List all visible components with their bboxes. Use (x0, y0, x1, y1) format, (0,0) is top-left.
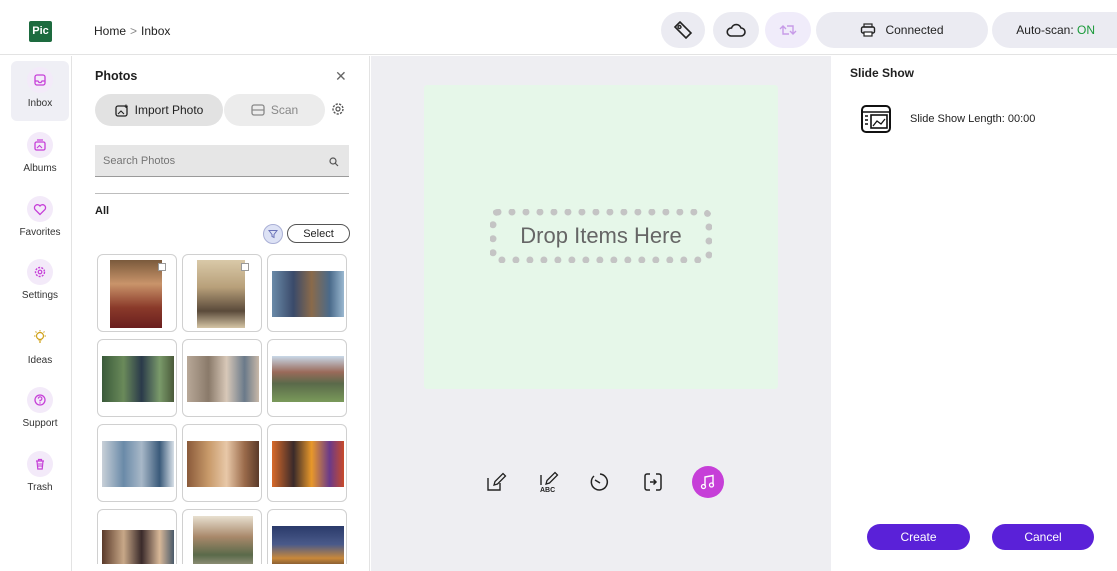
photo-thumbnail[interactable] (267, 424, 347, 502)
photo-thumbnail[interactable] (267, 254, 347, 332)
breadcrumb-separator: > (130, 24, 138, 38)
photo-thumbnail[interactable] (267, 339, 347, 417)
breadcrumb-home[interactable]: Home (94, 24, 126, 38)
image-add-icon (114, 104, 128, 117)
autoscan-toggle[interactable]: Auto-scan: ON (992, 12, 1117, 48)
transition-icon (644, 473, 662, 491)
edit-icon (487, 472, 507, 491)
printer-status-button[interactable]: Connected (816, 12, 988, 48)
photo-settings-icon[interactable] (331, 102, 345, 119)
sidebar-item-support[interactable]: Support (11, 381, 69, 441)
photo-grid (97, 254, 349, 564)
top-bar: Pic Home > Inbox Connected Auto-scan: ON (0, 7, 1117, 55)
sidebar-item-albums[interactable]: Albums (11, 126, 69, 186)
albums-icon (27, 132, 53, 158)
photo-thumbnail[interactable] (267, 509, 347, 564)
printer-icon (861, 23, 876, 37)
sync-button[interactable] (765, 12, 811, 48)
cancel-button[interactable]: Cancel (992, 524, 1094, 550)
svg-text:ABC: ABC (540, 487, 555, 494)
photo-thumbnail[interactable] (97, 254, 177, 332)
text-edit-icon: ABC (540, 471, 559, 494)
photo-thumbnail[interactable] (182, 424, 262, 502)
trash-icon (27, 451, 53, 477)
create-button[interactable]: Create (867, 524, 970, 550)
photo-thumbnail[interactable] (97, 509, 177, 564)
autoscan-value: ON (1077, 23, 1095, 37)
photos-panel: Photos ✕ Import Photo Scan All Select (73, 56, 370, 571)
search-input[interactable] (95, 145, 349, 177)
sidebar-item-favorites[interactable]: Favorites (11, 190, 69, 250)
sync-icon (779, 25, 797, 35)
drop-zone-label: Drop Items Here (490, 209, 712, 263)
section-label-all: All (95, 205, 110, 217)
slideshow-title: Slide Show (850, 66, 915, 80)
autoscan-label: Auto-scan: ON (1016, 23, 1095, 37)
search-icon[interactable] (329, 156, 339, 170)
sidebar-item-label: Settings (21, 290, 59, 301)
divider (95, 193, 349, 194)
music-note-icon (700, 474, 715, 490)
music-tool-button[interactable] (692, 466, 724, 498)
select-button[interactable]: Select (287, 224, 350, 243)
printer-status-label: Connected (885, 23, 944, 37)
scan-button[interactable]: Scan (224, 94, 325, 126)
sidebar-item-trash[interactable]: Trash (11, 445, 69, 505)
sidebar-item-label: Albums (23, 163, 57, 174)
sidebar-item-inbox[interactable]: Inbox (11, 61, 69, 121)
photos-title: Photos (95, 69, 138, 83)
heart-icon (27, 196, 53, 222)
app-logo: Pic (29, 21, 52, 42)
tag-icon (673, 21, 693, 39)
timer-tool-button[interactable] (584, 466, 616, 498)
timer-icon (590, 473, 609, 491)
gear-icon (27, 259, 53, 285)
lightbulb-icon (27, 324, 53, 350)
breadcrumb-current: Inbox (141, 24, 171, 38)
close-icon[interactable]: ✕ (335, 68, 347, 85)
photo-thumbnail[interactable] (97, 424, 177, 502)
scanner-icon (251, 104, 265, 116)
transition-tool-button[interactable] (637, 466, 669, 498)
sidebar: Inbox Albums Favorites Settings Ideas Su… (0, 56, 72, 571)
filter-icon[interactable] (263, 224, 283, 244)
photo-thumbnail[interactable] (182, 339, 262, 417)
drop-zone[interactable]: Drop Items Here (424, 85, 778, 389)
cloud-button[interactable] (713, 12, 759, 48)
sidebar-item-label: Favorites (19, 227, 61, 238)
inbox-icon (27, 67, 53, 93)
import-photo-label: Import Photo (134, 103, 204, 117)
sidebar-item-label: Trash (27, 482, 53, 493)
photo-thumbnail[interactable] (182, 254, 262, 332)
scan-label: Scan (270, 103, 299, 117)
cloud-icon (726, 23, 746, 37)
text-tool-button[interactable]: ABC (534, 466, 566, 498)
import-photo-button[interactable]: Import Photo (95, 94, 223, 126)
sidebar-item-label: Ideas (27, 355, 53, 366)
photo-thumbnail[interactable] (182, 509, 262, 564)
help-icon (27, 387, 53, 413)
sidebar-item-settings[interactable]: Settings (11, 253, 69, 313)
tag-button[interactable] (661, 12, 705, 48)
slideshow-length: Slide Show Length: 00:00 (910, 113, 1036, 125)
sidebar-item-ideas[interactable]: Ideas (11, 318, 69, 378)
sidebar-item-label: Support (22, 418, 58, 429)
sidebar-item-label: Inbox (27, 98, 53, 109)
breadcrumb: Home > Inbox (94, 24, 170, 38)
slideshow-panel: Slide Show Slide Show Length: 00:00 Crea… (832, 56, 1117, 571)
edit-tool-button[interactable] (480, 466, 512, 498)
photo-thumbnail[interactable] (97, 339, 177, 417)
slideshow-icon (860, 103, 892, 138)
slideshow-canvas: Drop Items Here ABC (371, 56, 831, 571)
